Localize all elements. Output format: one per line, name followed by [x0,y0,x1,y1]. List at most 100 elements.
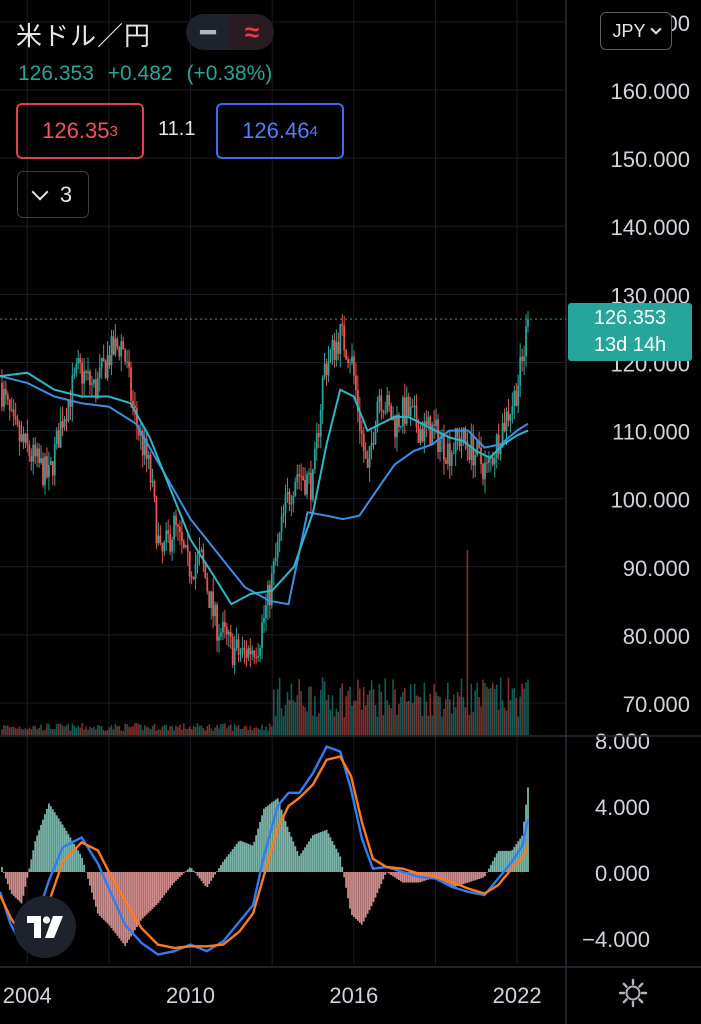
candle-body [92,379,95,384]
volume-bar [173,730,175,735]
candle-body [288,491,291,505]
volume-bar [396,714,398,735]
macd-histogram-bar [194,872,197,874]
candle-body [225,626,228,635]
ma-fast-line [0,371,529,606]
volume-bar [476,682,478,735]
macd-histogram-bar [173,872,175,883]
volume-bar [456,692,459,735]
macd-histogram-bar [374,872,377,898]
candle-body [34,444,37,457]
candle-body [427,416,430,425]
macd-histogram-bar [32,850,35,872]
candle-body [147,454,150,459]
candle-body [10,409,13,411]
candle-body [372,442,375,444]
candle-body [448,443,451,466]
candle-body [480,447,482,465]
volume-bar [32,725,35,735]
candle-body [304,480,306,495]
wave-style-button[interactable]: ≈ [230,14,274,50]
buy-button[interactable]: 126.46 4 [216,103,344,159]
volume-bar [102,729,105,735]
candle-body [163,542,166,552]
x-tick-label: 2010 [166,983,215,1008]
candle-body [112,336,115,355]
volume-bar [79,727,81,735]
macd-histogram-bar [208,872,211,884]
macd-histogram-bar [130,872,132,937]
y-tick-label: 110.000 [612,420,690,445]
volume-bar [450,713,453,735]
volume-bar [241,728,244,735]
macd-histogram-bar [255,835,258,872]
candle-body [444,460,447,464]
candle-body [315,433,318,449]
candle-body [366,458,369,468]
macd-histogram-bar [292,841,295,872]
volume-bar [466,550,469,735]
volume-bar [294,702,297,735]
volume-bar [388,704,390,735]
candle-body [484,462,486,480]
volume-bar [511,688,514,735]
macd-histogram-bar [444,872,447,885]
volume-bar [316,716,318,735]
candle-body [382,411,385,413]
volume-bar [46,723,48,735]
macd-histogram-bar [487,868,490,872]
volume-bar [357,679,359,735]
candle-body [245,649,248,659]
candle-body [503,422,506,432]
volume-bar [93,726,95,735]
currency-select[interactable]: JPY [600,12,672,50]
candle-body [437,419,439,452]
price-change-pct: (+0.38%) [186,62,273,85]
gear-icon[interactable] [618,978,648,1008]
candle-body [411,406,414,408]
candle-body [16,419,19,425]
volume-bar [184,728,187,735]
candle-body [177,524,179,527]
macd-histogram-bar [474,872,477,881]
volume-bar [497,709,500,735]
candle-body [298,474,301,476]
volume-bar [435,692,437,735]
line-style-button[interactable]: ━ [186,14,230,50]
macd-histogram-bar [98,872,101,916]
candle-body [14,416,17,420]
candle-body [83,371,85,384]
chart-style-toggle[interactable]: ━ ≈ [186,14,274,50]
volume-bar [288,699,291,735]
candle-body [106,355,109,379]
candle-body [124,349,127,362]
candle-body [272,561,275,574]
volume-bar [359,688,361,735]
macd-histogram-bar [4,872,7,879]
buy-price-pip: 4 [309,122,318,140]
volume-bar [355,700,357,735]
volume-bar [474,690,476,735]
volume-bar [439,696,441,735]
volume-bar [339,688,342,735]
volume-bar [122,730,124,735]
candle-body [36,448,39,457]
candle-body [151,480,154,483]
volume-bar [181,729,183,735]
volume-bar [228,725,230,735]
volume-bar [404,688,406,735]
tradingview-logo[interactable] [14,896,76,958]
volume-bar [192,725,195,735]
indicators-collapse-button[interactable]: 3 [17,171,89,218]
macd-histogram-bar [85,871,87,873]
volume-bar [12,726,15,735]
macd-histogram-bar [204,872,207,886]
volume-bar [484,682,486,735]
volume-bar [239,729,242,735]
macd-histogram-bar [149,872,152,911]
last-price: 126.353 [18,62,94,85]
candle-body [255,657,258,659]
volume-bar [445,699,447,735]
sell-button[interactable]: 126.35 3 [16,103,144,159]
volume-bar [267,730,269,735]
